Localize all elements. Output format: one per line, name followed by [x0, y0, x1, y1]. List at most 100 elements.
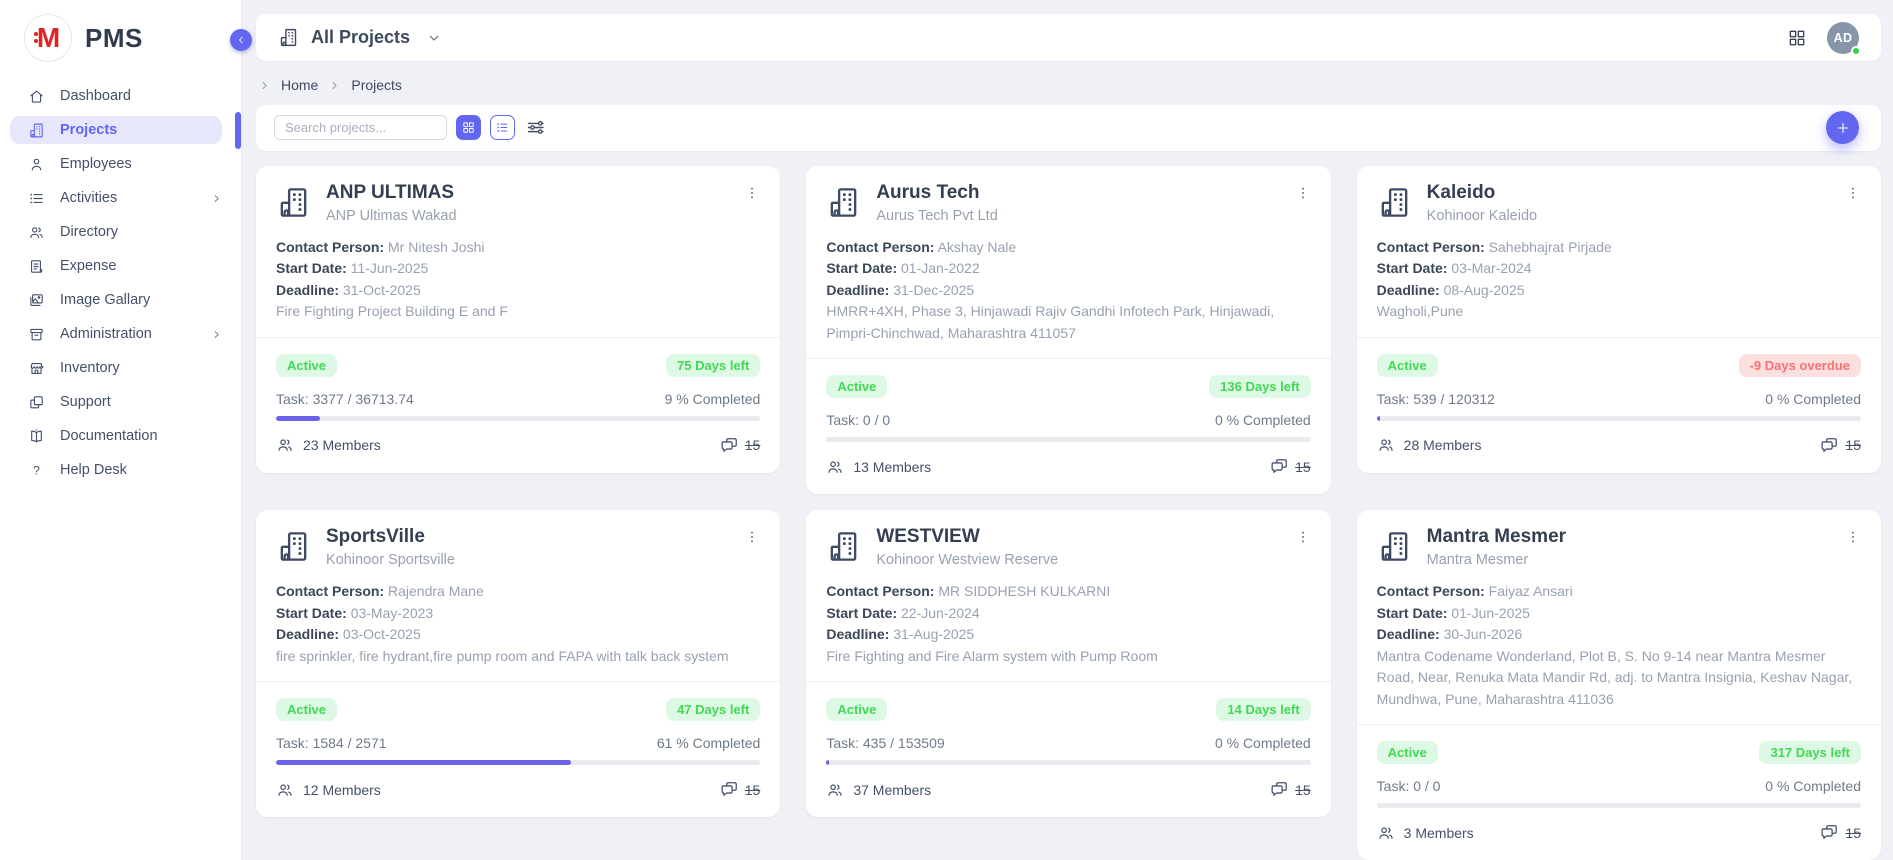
project-card: Kaleido Kohinoor Kaleido Contact Person:… — [1357, 166, 1881, 473]
page-title: All Projects — [311, 27, 410, 48]
members-count: 3 Members — [1404, 825, 1474, 841]
project-card-header: ANP ULTIMAS ANP Ultimas Wakad — [276, 182, 760, 224]
project-title[interactable]: ANP ULTIMAS — [326, 182, 457, 204]
card-footer: 12 Members 15 — [276, 780, 760, 799]
sidebar-item[interactable]: Directory — [0, 218, 241, 246]
logo-mark: M — [24, 14, 72, 62]
comments-count: 15 — [1845, 825, 1861, 841]
start-date-value: 01-Jun-2025 — [1451, 605, 1530, 621]
grid-view-button[interactable] — [456, 115, 481, 140]
breadcrumb: Home Projects — [258, 77, 1881, 93]
comments-link[interactable]: 15 — [1820, 823, 1861, 842]
members-link[interactable]: 28 Members — [1377, 436, 1482, 454]
members-link[interactable]: 12 Members — [276, 781, 381, 799]
sidebar-item[interactable]: Administration — [0, 320, 241, 348]
completed-percent: 61 % Completed — [657, 735, 761, 751]
deadline-value: 03-Oct-2025 — [343, 626, 421, 642]
sidebar-item[interactable]: Activities — [0, 184, 241, 212]
users-icon — [826, 458, 844, 476]
start-date-label: Start Date: — [826, 605, 897, 621]
sidebar-item-label: Employees — [60, 156, 132, 172]
task-row: Task: 435 / 153509 0 % Completed — [826, 735, 1310, 751]
completed-percent: 0 % Completed — [1765, 778, 1861, 794]
days-left-badge: 136 Days left — [1209, 375, 1311, 398]
apps-grid-icon[interactable] — [1787, 28, 1807, 48]
members-link[interactable]: 37 Members — [826, 781, 931, 799]
comments-link[interactable]: 15 — [1820, 436, 1861, 455]
sidebar-item-label: Expense — [60, 258, 116, 274]
breadcrumb-item[interactable]: Projects — [328, 77, 402, 93]
sidebar-item[interactable]: Documentation — [0, 422, 241, 450]
start-date-row: Start Date: 03-May-2023 — [276, 603, 760, 625]
completed-percent: 0 % Completed — [1765, 391, 1861, 407]
comments-link[interactable]: 15 — [720, 780, 761, 799]
project-info: Contact Person: Rajendra Mane Start Date… — [276, 581, 760, 667]
avatar-initials: AD — [1834, 31, 1853, 45]
project-info: Contact Person: Sahebhajrat Pirjade Star… — [1377, 237, 1861, 323]
avatar[interactable]: AD — [1827, 22, 1859, 54]
project-title[interactable]: Aurus Tech — [876, 182, 997, 204]
project-subtitle: Aurus Tech Pvt Ltd — [876, 208, 997, 224]
kebab-menu-icon[interactable] — [744, 528, 760, 546]
top-bar: All Projects AD — [256, 14, 1881, 61]
sidebar-item[interactable]: Image Gallary — [0, 286, 241, 314]
project-card: ANP ULTIMAS ANP Ultimas Wakad Contact Pe… — [256, 166, 780, 473]
start-date-row: Start Date: 03-Mar-2024 — [1377, 258, 1861, 280]
project-scope-selector[interactable]: All Projects — [278, 27, 442, 48]
image-icon — [28, 292, 45, 309]
breadcrumb-label: Home — [281, 77, 318, 93]
chat-icon — [1270, 457, 1289, 476]
project-description: Fire Fighting and Fire Alarm system with… — [826, 646, 1310, 668]
sidebar-item[interactable]: Inventory — [0, 354, 241, 382]
sidebar-item[interactable]: Help Desk — [0, 456, 241, 484]
list-view-button[interactable] — [490, 115, 515, 140]
store-icon — [28, 360, 45, 377]
status-row: Active 14 Days left — [826, 698, 1310, 721]
kebab-menu-icon[interactable] — [1845, 528, 1861, 546]
status-badge: Active — [1377, 741, 1438, 764]
sidebar-item[interactable]: Employees — [0, 150, 241, 178]
members-link[interactable]: 23 Members — [276, 436, 381, 454]
project-title[interactable]: Kaleido — [1427, 182, 1537, 204]
completed-percent: 0 % Completed — [1215, 412, 1311, 428]
chat-icon — [720, 436, 739, 455]
status-badge: Active — [276, 698, 337, 721]
add-project-button[interactable] — [1826, 111, 1859, 144]
breadcrumb-item[interactable]: Home — [258, 77, 318, 93]
progress-bar — [826, 437, 1310, 442]
chat-icon — [1820, 436, 1839, 455]
contact-person-value: Sahebhajrat Pirjade — [1489, 239, 1612, 255]
kebab-menu-icon[interactable] — [1295, 528, 1311, 546]
members-link[interactable]: 3 Members — [1377, 824, 1474, 842]
members-link[interactable]: 13 Members — [826, 458, 931, 476]
sidebar-item[interactable]: Support — [0, 388, 241, 416]
sidebar-item[interactable]: Expense — [0, 252, 241, 280]
deadline-value: 30-Jun-2026 — [1444, 626, 1523, 642]
filter-sliders-icon[interactable] — [525, 117, 546, 138]
comments-link[interactable]: 15 — [720, 436, 761, 455]
start-date-label: Start Date: — [1377, 260, 1448, 276]
sidebar-item[interactable]: Projects — [10, 116, 222, 144]
kebab-menu-icon[interactable] — [1295, 184, 1311, 202]
deadline-row: Deadline: 08-Aug-2025 — [1377, 280, 1861, 302]
comments-link[interactable]: 15 — [1270, 457, 1311, 476]
project-title[interactable]: Mantra Mesmer — [1427, 526, 1566, 548]
users-icon — [28, 224, 45, 241]
project-card-header: Mantra Mesmer Mantra Mesmer — [1377, 526, 1861, 568]
comments-link[interactable]: 15 — [1270, 780, 1311, 799]
search-input[interactable] — [274, 115, 447, 140]
copy-icon — [28, 394, 45, 411]
deadline-value: 31-Oct-2025 — [343, 282, 421, 298]
breadcrumb-label: Projects — [351, 77, 402, 93]
task-count: Task: 3377 / 36713.74 — [276, 391, 414, 407]
kebab-menu-icon[interactable] — [744, 184, 760, 202]
progress-fill — [826, 760, 829, 765]
building-icon — [826, 529, 861, 564]
project-title[interactable]: SportsVille — [326, 526, 455, 548]
sidebar-item[interactable]: Dashboard — [0, 82, 241, 110]
kebab-menu-icon[interactable] — [1845, 184, 1861, 202]
chat-icon — [1820, 823, 1839, 842]
deadline-row: Deadline: 30-Jun-2026 — [1377, 624, 1861, 646]
project-title[interactable]: WESTVIEW — [876, 526, 1058, 548]
sidebar-collapse-button[interactable] — [230, 29, 252, 51]
